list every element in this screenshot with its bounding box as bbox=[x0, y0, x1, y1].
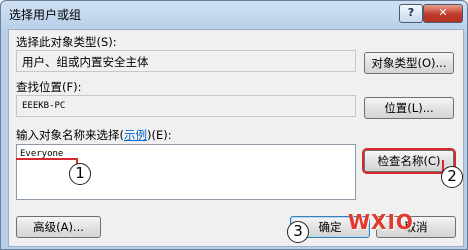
names-label-suffix: )(E): bbox=[147, 128, 172, 142]
window-title: 选择用户或组 bbox=[9, 8, 82, 22]
check-names-button[interactable]: 检查名称(C) bbox=[362, 148, 456, 174]
object-type-label: 选择此对象类型(S): bbox=[16, 35, 117, 49]
step-3-badge: 3 bbox=[287, 221, 309, 243]
watermark-logo: WXIO bbox=[348, 210, 414, 234]
close-button[interactable]: ✕ bbox=[423, 4, 463, 23]
examples-link[interactable]: 示例 bbox=[124, 128, 147, 142]
location-label: 查找位置(F): bbox=[16, 80, 82, 94]
names-label: 输入对象名称来选择(示例)(E): bbox=[16, 127, 172, 143]
object-types-button[interactable]: 对象类型(O)... bbox=[364, 52, 454, 74]
step-2-badge: 2 bbox=[441, 166, 463, 188]
location-field: EEEKB-PC bbox=[16, 95, 356, 117]
object-type-field: 用户、组或内置安全主体 bbox=[16, 50, 356, 72]
title-bar[interactable]: 选择用户或组 ? ✕ bbox=[1, 1, 467, 27]
annotation-underline bbox=[16, 158, 76, 160]
help-button[interactable]: ? bbox=[399, 4, 423, 23]
object-names-input[interactable]: Everyone bbox=[16, 144, 356, 200]
names-label-prefix: 输入对象名称来选择( bbox=[16, 128, 124, 142]
step-1-badge: 1 bbox=[69, 163, 91, 185]
locations-button[interactable]: 位置(L)... bbox=[364, 97, 454, 119]
advanced-button[interactable]: 高级(A)... bbox=[16, 216, 101, 238]
